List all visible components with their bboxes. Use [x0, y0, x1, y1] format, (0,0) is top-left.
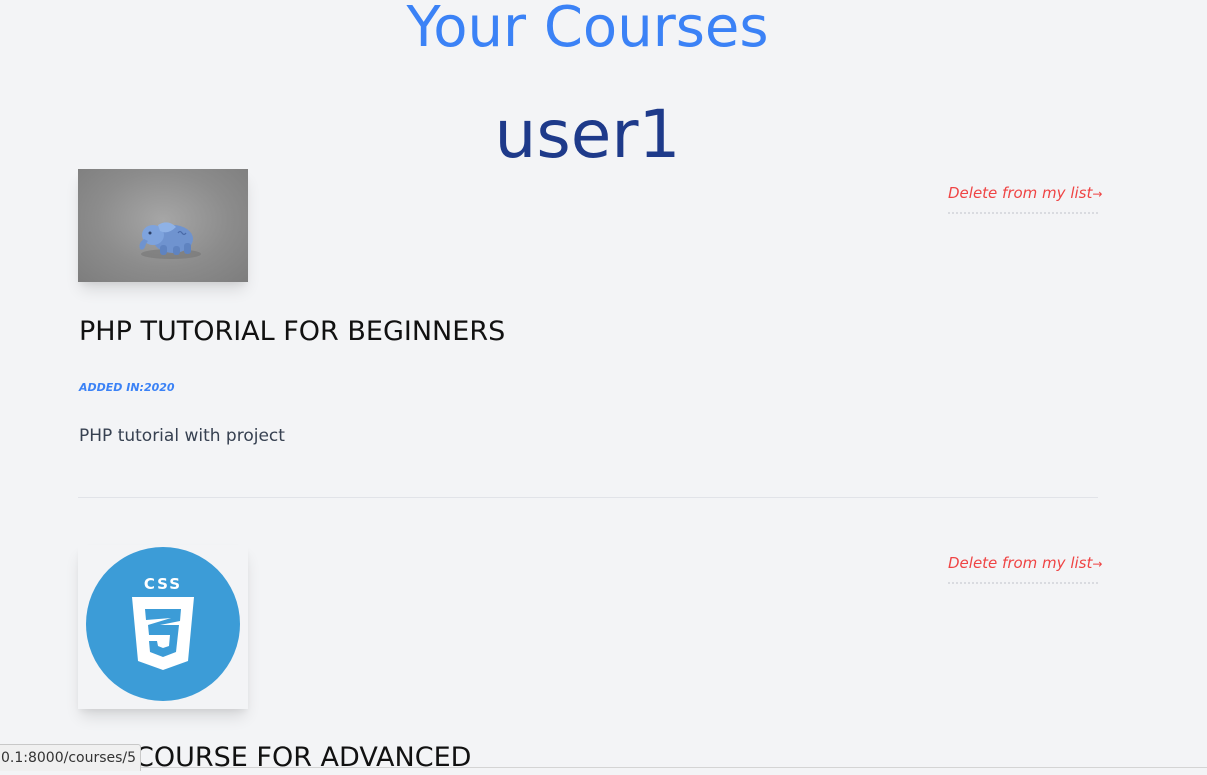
delete-link-label: Delete from my list — [948, 184, 1093, 202]
php-elephant-icon — [139, 222, 201, 259]
username-heading: user1 — [494, 96, 681, 173]
delete-from-list-link[interactable]: Delete from my list→ — [948, 554, 1102, 584]
course-thumbnail[interactable]: CSS — [78, 545, 248, 709]
status-bar-url: 0.1:8000/courses/5 — [0, 744, 142, 771]
page-title: Your Courses — [406, 0, 769, 60]
course-title[interactable]: PHP TUTORIAL FOR BEGINNERS — [79, 315, 505, 349]
delete-from-list-link[interactable]: Delete from my list→ — [948, 184, 1102, 214]
window-bottom-edge — [0, 767, 1207, 768]
svg-text:CSS: CSS — [144, 575, 182, 593]
css3-logo-icon: CSS — [86, 547, 240, 701]
delete-link-label: Delete from my list — [948, 554, 1093, 572]
added-year-label: ADDED IN:2020 — [79, 381, 175, 394]
course-description: PHP tutorial with project — [79, 426, 285, 446]
arrow-right-icon: → — [1092, 557, 1103, 571]
arrow-right-icon: → — [1092, 187, 1103, 201]
course-thumbnail[interactable] — [78, 169, 248, 282]
course-title[interactable]: COURSE FOR ADVANCED — [135, 741, 471, 775]
course-divider — [78, 497, 1098, 498]
